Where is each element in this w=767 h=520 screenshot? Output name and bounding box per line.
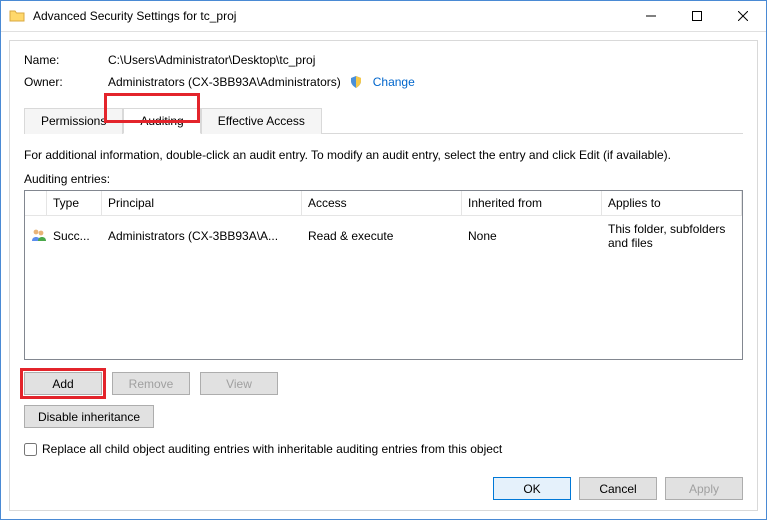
change-owner-link[interactable]: Change	[373, 75, 415, 89]
apply-button: Apply	[665, 477, 743, 500]
tab-bar: Permissions Auditing Effective Access	[24, 107, 743, 134]
titlebar: Advanced Security Settings for tc_proj	[1, 1, 766, 32]
owner-label: Owner:	[24, 75, 108, 89]
tab-permissions[interactable]: Permissions	[24, 108, 123, 134]
replace-entries-label: Replace all child object auditing entrie…	[42, 442, 502, 456]
table-row[interactable]: Succ... Administrators (CX-3BB93A\A... R…	[25, 216, 742, 256]
col-type[interactable]: Type	[47, 191, 102, 215]
disable-inheritance-button[interactable]: Disable inheritance	[24, 405, 154, 428]
cancel-button[interactable]: Cancel	[579, 477, 657, 500]
cell-principal: Administrators (CX-3BB93A\A...	[102, 227, 302, 245]
cell-type: Succ...	[47, 227, 102, 245]
name-value: C:\Users\Administrator\Desktop\tc_proj	[108, 53, 315, 67]
col-access[interactable]: Access	[302, 191, 462, 215]
ok-button[interactable]: OK	[493, 477, 571, 500]
cell-inherited: None	[462, 227, 602, 245]
advanced-security-window: Advanced Security Settings for tc_proj N…	[0, 0, 767, 520]
tab-effective-access[interactable]: Effective Access	[201, 108, 322, 134]
col-principal[interactable]: Principal	[102, 191, 302, 215]
tab-auditing[interactable]: Auditing	[123, 108, 200, 134]
users-icon	[25, 225, 47, 248]
entries-label: Auditing entries:	[24, 172, 743, 186]
cell-applies: This folder, subfolders and files	[602, 220, 742, 252]
cell-access: Read & execute	[302, 227, 462, 245]
minimize-button[interactable]	[628, 1, 674, 31]
maximize-button[interactable]	[674, 1, 720, 31]
name-label: Name:	[24, 53, 108, 67]
col-inherited[interactable]: Inherited from	[462, 191, 602, 215]
shield-icon	[349, 75, 363, 89]
replace-entries-checkbox[interactable]	[24, 443, 37, 456]
content-area: Name: C:\Users\Administrator\Desktop\tc_…	[9, 40, 758, 511]
grid-header: Type Principal Access Inherited from App…	[25, 191, 742, 216]
col-applies[interactable]: Applies to	[602, 191, 742, 215]
auditing-entries-grid[interactable]: Type Principal Access Inherited from App…	[24, 190, 743, 360]
close-button[interactable]	[720, 1, 766, 31]
owner-value: Administrators (CX-3BB93A\Administrators…	[108, 75, 341, 89]
window-title: Advanced Security Settings for tc_proj	[31, 9, 628, 23]
view-button: View	[200, 372, 278, 395]
remove-button: Remove	[112, 372, 190, 395]
folder-icon	[9, 8, 25, 24]
add-button[interactable]: Add	[24, 372, 102, 395]
instructions-text: For additional information, double-click…	[24, 148, 743, 162]
